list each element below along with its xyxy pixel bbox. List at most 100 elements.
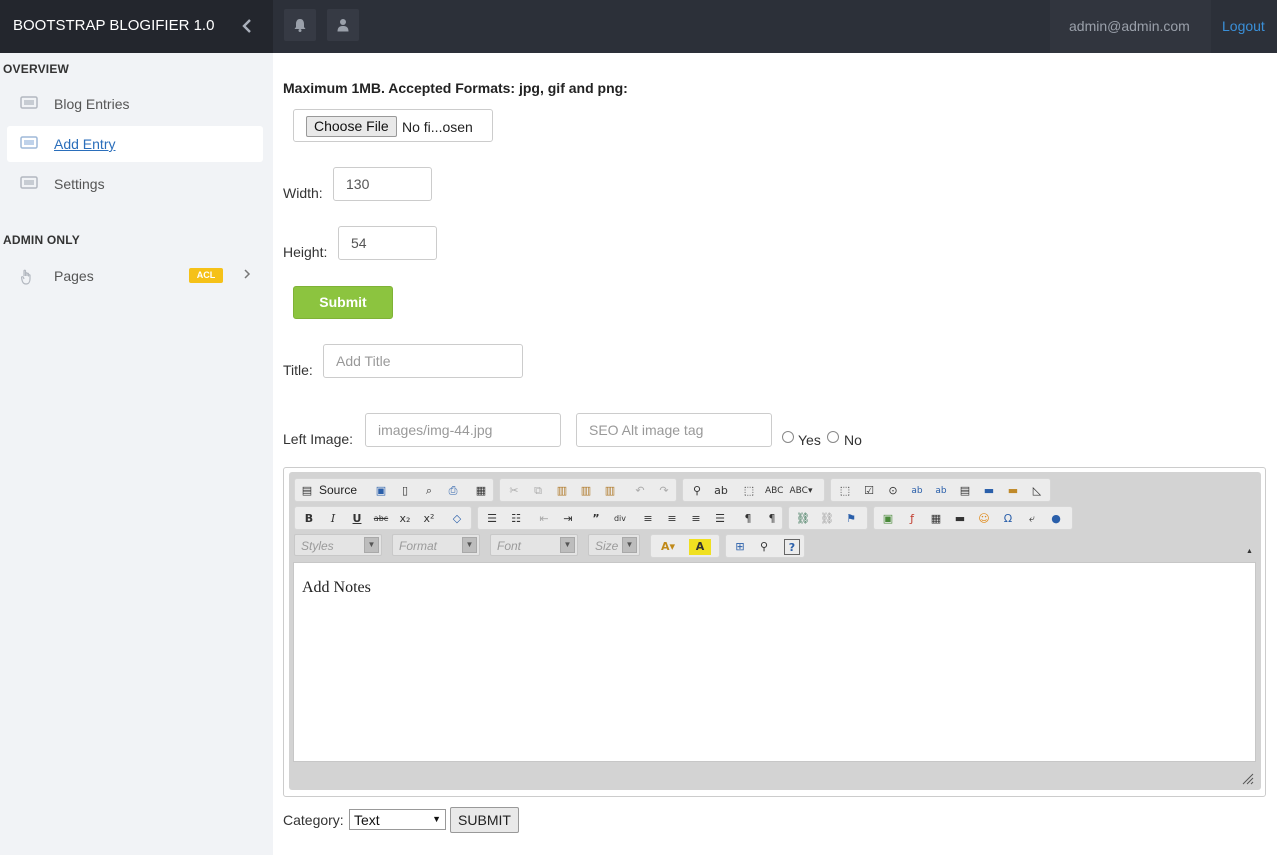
toolbar-group-basicstyles: B I U abc x₂ x² ◇ <box>294 506 472 530</box>
radio-icon[interactable]: ⊙ <box>885 483 901 499</box>
redo-icon[interactable]: ↷ <box>656 483 672 499</box>
left-image-input[interactable]: images/img-44.jpg <box>365 413 561 447</box>
user-email[interactable]: admin@admin.com <box>1050 0 1211 53</box>
font-label: Font <box>497 539 522 553</box>
subscript-icon[interactable]: x₂ <box>397 511 413 527</box>
print-icon[interactable]: ⎙ <box>445 483 461 499</box>
sidebar-item-label: Pages <box>54 268 94 284</box>
toolbar-group-forms: ⬚ ☑ ⊙ ab ab ▤ ▬ ▬ ◺ <box>830 478 1051 502</box>
superscript-icon[interactable]: x² <box>421 511 437 527</box>
left-image-label: Left Image: <box>283 431 354 447</box>
seo-alt-input[interactable]: SEO Alt image tag <box>576 413 772 447</box>
checkbox-icon[interactable]: ☑ <box>861 483 877 499</box>
acl-badge: ACL <box>189 268 223 283</box>
select-all-icon[interactable]: ⬚ <box>741 483 757 499</box>
bg-color-icon[interactable]: A <box>689 539 711 555</box>
styles-dropdown[interactable]: Styles ▼ <box>294 534 382 556</box>
align-center-icon[interactable]: ≡ <box>664 511 680 527</box>
profile-button[interactable] <box>327 9 359 41</box>
page-break-icon[interactable]: ⤶ <box>1024 511 1040 527</box>
spellcheck-dropdown-icon[interactable]: ABC▾ <box>789 483 813 499</box>
maximize-icon[interactable]: ⊞ <box>732 539 748 555</box>
textfield-icon[interactable]: ab <box>909 483 925 499</box>
flash-icon[interactable]: ƒ <box>904 511 920 527</box>
link-icon[interactable]: ⛓ <box>795 511 811 527</box>
italic-icon[interactable]: I <box>325 511 341 527</box>
sidebar-item-settings[interactable]: Settings <box>7 166 263 202</box>
source-icon[interactable]: ▤ <box>299 483 315 499</box>
upload-submit-button[interactable]: Submit <box>293 286 393 319</box>
image-button-icon[interactable]: ▬ <box>1005 483 1021 499</box>
find-icon[interactable]: ⚲ <box>689 483 705 499</box>
sidebar-item-blog-entries[interactable]: Blog Entries <box>7 86 263 122</box>
paste-icon[interactable]: ▥ <box>554 483 570 499</box>
height-input[interactable]: 54 <box>338 226 437 260</box>
underline-icon[interactable]: U <box>349 511 365 527</box>
align-right-icon[interactable]: ≡ <box>688 511 704 527</box>
anchor-icon[interactable]: ⚑ <box>843 511 859 527</box>
section-overview-heading: OVERVIEW <box>3 62 70 76</box>
width-input[interactable]: 130 <box>333 167 432 201</box>
radio-no[interactable] <box>827 431 839 443</box>
editor-content-area[interactable]: Add Notes <box>293 562 1256 762</box>
form-submit-button[interactable]: SUBMIT <box>450 807 519 833</box>
resize-handle-icon[interactable] <box>1242 773 1254 785</box>
textarea-icon[interactable]: ab <box>933 483 949 499</box>
brand-title[interactable]: BOOTSTRAP BLOGIFIER 1.0 <box>0 0 273 53</box>
paste-word-icon[interactable]: ▥ <box>602 483 618 499</box>
align-left-icon[interactable]: ≡ <box>640 511 656 527</box>
source-button[interactable]: Source <box>319 483 357 497</box>
iframe-icon[interactable]: ● <box>1048 511 1064 527</box>
form-icon[interactable]: ⬚ <box>837 483 853 499</box>
category-select[interactable]: Text ▼ <box>349 809 446 830</box>
logout-link[interactable]: Logout <box>1211 0 1277 53</box>
strikethrough-icon[interactable]: abc <box>373 511 389 527</box>
image-icon[interactable]: ▣ <box>880 511 896 527</box>
preview-icon[interactable]: ⌕ <box>421 483 437 499</box>
format-dropdown[interactable]: Format ▼ <box>392 534 480 556</box>
chevron-left-icon[interactable] <box>240 15 258 37</box>
radio-yes-label: Yes <box>798 432 821 448</box>
save-icon[interactable]: ▣ <box>373 483 389 499</box>
spellcheck-icon[interactable]: ABC <box>765 483 783 499</box>
indent-icon[interactable]: ⇥ <box>560 511 576 527</box>
horizontal-rule-icon[interactable]: ▬ <box>952 511 968 527</box>
smiley-icon[interactable]: ☺ <box>976 511 992 527</box>
choose-file-button[interactable]: Choose File <box>306 116 397 137</box>
div-container-icon[interactable]: div <box>612 511 628 527</box>
notifications-button[interactable] <box>284 9 316 41</box>
toolbar-group-editing: ⚲ ab ⬚ ABC ABC▾ <box>682 478 825 502</box>
size-dropdown[interactable]: Size ▼ <box>588 534 640 556</box>
bulleted-list-icon[interactable]: ☷ <box>508 511 524 527</box>
show-blocks-icon[interactable]: ⚲ <box>756 539 772 555</box>
cut-icon[interactable]: ✂ <box>506 483 522 499</box>
help-icon[interactable]: ? <box>784 539 800 555</box>
bold-icon[interactable]: B <box>301 511 317 527</box>
special-char-icon[interactable]: Ω <box>1000 511 1016 527</box>
templates-icon[interactable]: ▦ <box>473 483 489 499</box>
sidebar-item-pages[interactable]: Pages ACL <box>7 258 263 294</box>
title-input[interactable]: Add Title <box>323 344 523 378</box>
blockquote-icon[interactable]: ” <box>588 511 604 527</box>
copy-icon[interactable]: ⧉ <box>530 483 546 499</box>
undo-icon[interactable]: ↶ <box>632 483 648 499</box>
paste-text-icon[interactable]: ▥ <box>578 483 594 499</box>
hidden-field-icon[interactable]: ◺ <box>1029 483 1045 499</box>
remove-format-icon[interactable]: ◇ <box>449 511 465 527</box>
button-icon[interactable]: ▬ <box>981 483 997 499</box>
sidebar-item-add-entry[interactable]: Add Entry <box>7 126 263 162</box>
select-field-icon[interactable]: ▤ <box>957 483 973 499</box>
radio-yes[interactable] <box>782 431 794 443</box>
justify-icon[interactable]: ☰ <box>712 511 728 527</box>
font-dropdown[interactable]: Font ▼ <box>490 534 578 556</box>
rtl-icon[interactable]: ¶ <box>764 511 780 527</box>
replace-icon[interactable]: ab <box>713 483 729 499</box>
outdent-icon[interactable]: ⇤ <box>536 511 552 527</box>
table-icon[interactable]: ▦ <box>928 511 944 527</box>
new-page-icon[interactable]: ▯ <box>397 483 413 499</box>
collapse-toolbar-icon[interactable]: ▲ <box>1246 548 1255 557</box>
unlink-icon[interactable]: ⛓ <box>819 511 835 527</box>
text-color-icon[interactable]: A▾ <box>657 539 679 555</box>
numbered-list-icon[interactable]: ☰ <box>484 511 500 527</box>
ltr-icon[interactable]: ¶ <box>740 511 756 527</box>
